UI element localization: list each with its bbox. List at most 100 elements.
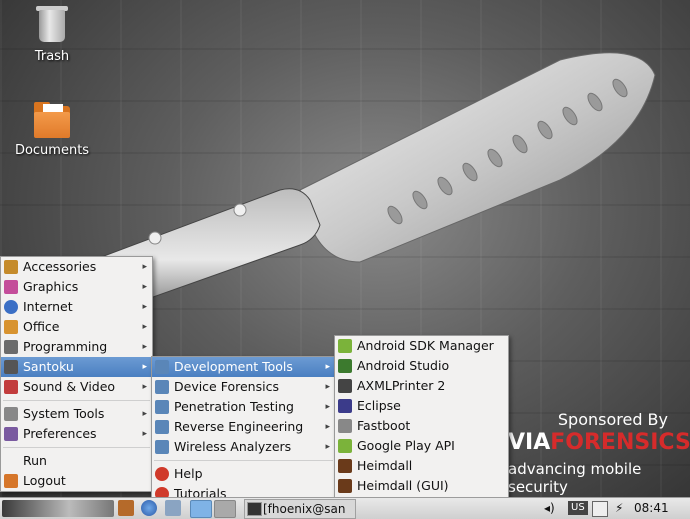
web-browser-icon[interactable] <box>141 500 157 516</box>
menu-item-label: Google Play API <box>357 438 455 453</box>
menu-item-development-tools[interactable]: Development Tools ▸ <box>152 357 335 377</box>
menu-item-label: Android Studio <box>357 358 450 373</box>
workspace-2[interactable] <box>214 500 236 518</box>
heimdall-icon <box>338 479 352 493</box>
applications-menu: Accessories ▸ Graphics ▸ Internet ▸ Office ▸ Pro… <box>0 256 153 492</box>
chevron-right-icon: ▸ <box>325 422 330 432</box>
menu-item-heimdall-gui[interactable]: Heimdall (GUI) <box>335 476 508 496</box>
chevron-right-icon: ▸ <box>142 382 147 392</box>
menu-item-label: Graphics <box>23 279 79 294</box>
menu-item-sound-video[interactable]: Sound & Video ▸ <box>1 377 152 397</box>
menu-item-label: Internet <box>23 299 73 314</box>
menu-item-label: Penetration Testing <box>174 399 294 414</box>
menu-item-label: Logout <box>23 473 66 488</box>
menu-item-google-play-api[interactable]: Google Play API <box>335 436 508 456</box>
globe-icon <box>4 300 18 314</box>
volume-icon[interactable]: ◂) <box>544 501 555 515</box>
office-icon <box>4 320 18 334</box>
keyboard-layout-indicator[interactable]: US <box>568 501 588 515</box>
menu-item-label: Heimdall (GUI) <box>357 478 449 493</box>
menu-item-label: Heimdall <box>357 458 413 473</box>
logout-icon <box>4 474 18 488</box>
keyboard-icon[interactable] <box>592 501 608 517</box>
menu-item-graphics[interactable]: Graphics ▸ <box>1 277 152 297</box>
graphics-icon <box>4 280 18 294</box>
folder-icon <box>155 360 169 374</box>
menu-item-santoku[interactable]: Santoku ▸ <box>1 357 152 377</box>
heimdall-icon <box>338 459 352 473</box>
chevron-right-icon: ▸ <box>142 282 147 292</box>
santoku-icon <box>4 360 18 374</box>
desktop-icon-documents[interactable]: Documents <box>12 100 92 158</box>
menu-item-label: Sound & Video <box>23 379 116 394</box>
chevron-right-icon: ▸ <box>142 409 147 419</box>
eclipse-icon <box>338 399 352 413</box>
menu-item-wireless-analyzers[interactable]: Wireless Analyzers ▸ <box>152 437 335 457</box>
menu-item-label: Run <box>23 453 47 468</box>
menu-separator <box>3 447 150 448</box>
menu-item-label: Help <box>174 466 203 481</box>
folder-icon <box>155 400 169 414</box>
menu-item-internet[interactable]: Internet ▸ <box>1 297 152 317</box>
taskbar-window-label: [fhoenix@san <box>263 502 346 516</box>
show-desktop-icon[interactable] <box>165 500 181 516</box>
menu-item-eclipse[interactable]: Eclipse <box>335 396 508 416</box>
terminal-icon <box>338 379 352 393</box>
menu-item-label: Wireless Analyzers <box>174 439 292 454</box>
menu-item-accessories[interactable]: Accessories ▸ <box>1 257 152 277</box>
file-manager-icon[interactable] <box>118 500 134 516</box>
network-icon[interactable]: ⚡ <box>615 501 623 515</box>
chevron-right-icon: ▸ <box>325 402 330 412</box>
menu-item-programming[interactable]: Programming ▸ <box>1 337 152 357</box>
terminal-icon <box>247 502 262 516</box>
menu-item-penetration-testing[interactable]: Penetration Testing ▸ <box>152 397 335 417</box>
menu-item-heimdall[interactable]: Heimdall <box>335 456 508 476</box>
chevron-right-icon: ▸ <box>142 262 147 272</box>
menu-item-android-studio[interactable]: Android Studio <box>335 356 508 376</box>
menu-separator <box>154 460 333 461</box>
sound-video-icon <box>4 380 18 394</box>
menu-item-reverse-engineering[interactable]: Reverse Engineering ▸ <box>152 417 335 437</box>
menu-item-android-sdk-manager[interactable]: Android SDK Manager <box>335 336 508 356</box>
trash-icon <box>32 6 72 46</box>
chevron-right-icon: ▸ <box>142 322 147 332</box>
menu-item-label: Device Forensics <box>174 379 279 394</box>
menu-item-label: System Tools <box>23 406 105 421</box>
taskbar-window-terminal[interactable]: [fhoenix@san <box>244 499 356 519</box>
menu-item-fastboot[interactable]: Fastboot <box>335 416 508 436</box>
menu-item-preferences[interactable]: Preferences ▸ <box>1 424 152 444</box>
workspace-1[interactable] <box>190 500 212 518</box>
menu-button[interactable] <box>2 500 114 517</box>
menu-item-label: Development Tools <box>174 359 293 374</box>
desktop-icon-label: Trash <box>34 49 70 64</box>
menu-item-device-forensics[interactable]: Device Forensics ▸ <box>152 377 335 397</box>
chevron-right-icon: ▸ <box>142 302 147 312</box>
preferences-icon <box>4 427 18 441</box>
android-icon <box>338 339 352 353</box>
menu-item-system-tools[interactable]: System Tools ▸ <box>1 404 152 424</box>
accessories-icon <box>4 260 18 274</box>
menu-item-label: Fastboot <box>357 418 411 433</box>
clock[interactable]: 08:41 <box>634 499 669 518</box>
desktop-icon-trash[interactable]: Trash <box>12 6 92 64</box>
folder-icon <box>32 100 72 140</box>
programming-icon <box>4 340 18 354</box>
fastboot-icon <box>338 419 352 433</box>
menu-item-axmlprinter-2[interactable]: AXMLPrinter 2 <box>335 376 508 396</box>
menu-item-label: Preferences <box>23 426 97 441</box>
menu-item-run[interactable]: Run <box>1 451 152 471</box>
folder-icon <box>155 440 169 454</box>
chevron-right-icon: ▸ <box>325 362 330 372</box>
menu-item-logout[interactable]: Logout <box>1 471 152 491</box>
menu-item-label: AXMLPrinter 2 <box>357 378 446 393</box>
system-tools-icon <box>4 407 18 421</box>
menu-item-label: Office <box>23 319 60 334</box>
menu-item-office[interactable]: Office ▸ <box>1 317 152 337</box>
folder-icon <box>155 420 169 434</box>
desktop-icon-label: Documents <box>14 143 90 158</box>
menu-item-label: Reverse Engineering <box>174 419 304 434</box>
sponsor-tagline: advancing mobile security <box>508 460 642 496</box>
menu-item-help[interactable]: Help <box>152 464 335 484</box>
sponsor-label: Sponsored By <box>557 410 668 429</box>
menu-item-label: Santoku <box>23 359 74 374</box>
